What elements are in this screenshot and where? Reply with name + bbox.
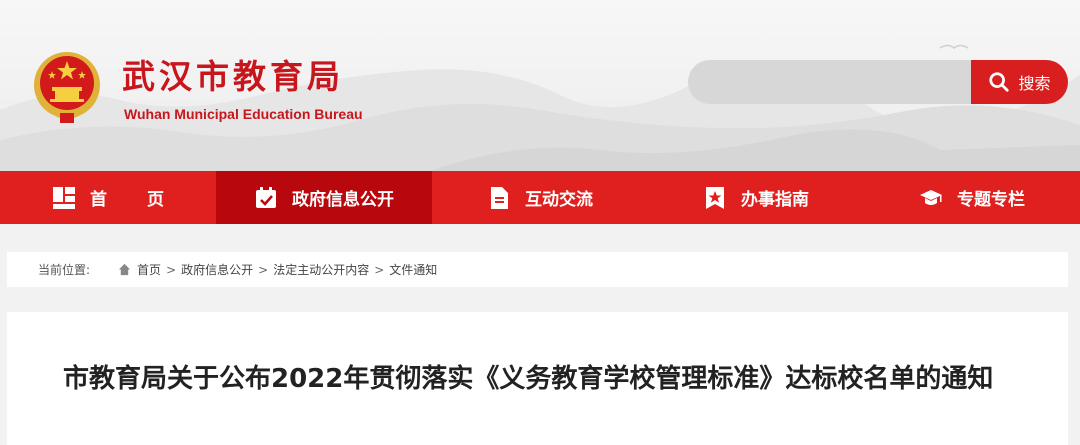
site-subtitle: Wuhan Municipal Education Bureau (124, 106, 363, 122)
nav-item-guide[interactable]: 办事指南 (648, 171, 864, 224)
article-title: 市教育局关于公布2022年贯彻落实《义务教育学校管理标准》达标校名单的通知 (63, 364, 994, 394)
breadcrumb-item-home[interactable]: 首页 (137, 261, 161, 278)
breadcrumb-separator: > (374, 262, 385, 277)
site-title: 武汉市教育局 (122, 57, 344, 96)
nav-item-label: 互动交流 (525, 190, 593, 210)
breadcrumb-item-statutory[interactable]: 法定主动公开内容 (273, 261, 369, 278)
nav-item-home[interactable]: 首页 (0, 171, 216, 224)
search-icon (989, 72, 1010, 92)
breadcrumb-separator: > (258, 262, 269, 277)
breadcrumb-separator: > (166, 262, 177, 277)
search-button-label: 搜索 (1018, 74, 1051, 93)
home-grid-icon (53, 186, 75, 209)
star-badge-icon (706, 186, 724, 209)
home-icon (118, 263, 131, 276)
nav-item-label: 专题专栏 (957, 190, 1025, 210)
main-nav: 首页 政府信息公开 互动交流 办事指南 专题专栏 (0, 171, 1080, 224)
nav-item-special[interactable]: 专题专栏 (864, 171, 1080, 224)
nav-item-interaction[interactable]: 互动交流 (432, 171, 648, 224)
national-emblem-icon (34, 52, 100, 123)
breadcrumb: 当前位置: 首页 > 政府信息公开 > 法定主动公开内容 > 文件通知 (7, 252, 1068, 287)
breadcrumb-item-notices[interactable]: 文件通知 (389, 261, 437, 278)
site-header: 武汉市教育局 Wuhan Municipal Education Bureau … (0, 0, 1080, 171)
breadcrumb-item-gov-info[interactable]: 政府信息公开 (181, 261, 253, 278)
search-button[interactable]: 搜索 (971, 60, 1068, 104)
search-box: 搜索 (688, 60, 1068, 104)
document-icon (491, 186, 508, 209)
nav-item-gov-info[interactable]: 政府信息公开 (216, 171, 432, 224)
graduation-cap-icon (920, 189, 942, 205)
calendar-check-icon (256, 186, 276, 208)
article-panel: 市教育局关于公布2022年贯彻落实《义务教育学校管理标准》达标校名单的通知 (7, 312, 1068, 445)
nav-item-label: 办事指南 (741, 190, 809, 210)
nav-item-label: 政府信息公开 (292, 190, 394, 210)
breadcrumb-label: 当前位置: (38, 263, 91, 277)
search-input[interactable] (688, 60, 971, 104)
nav-item-label: 首页 (90, 190, 204, 210)
